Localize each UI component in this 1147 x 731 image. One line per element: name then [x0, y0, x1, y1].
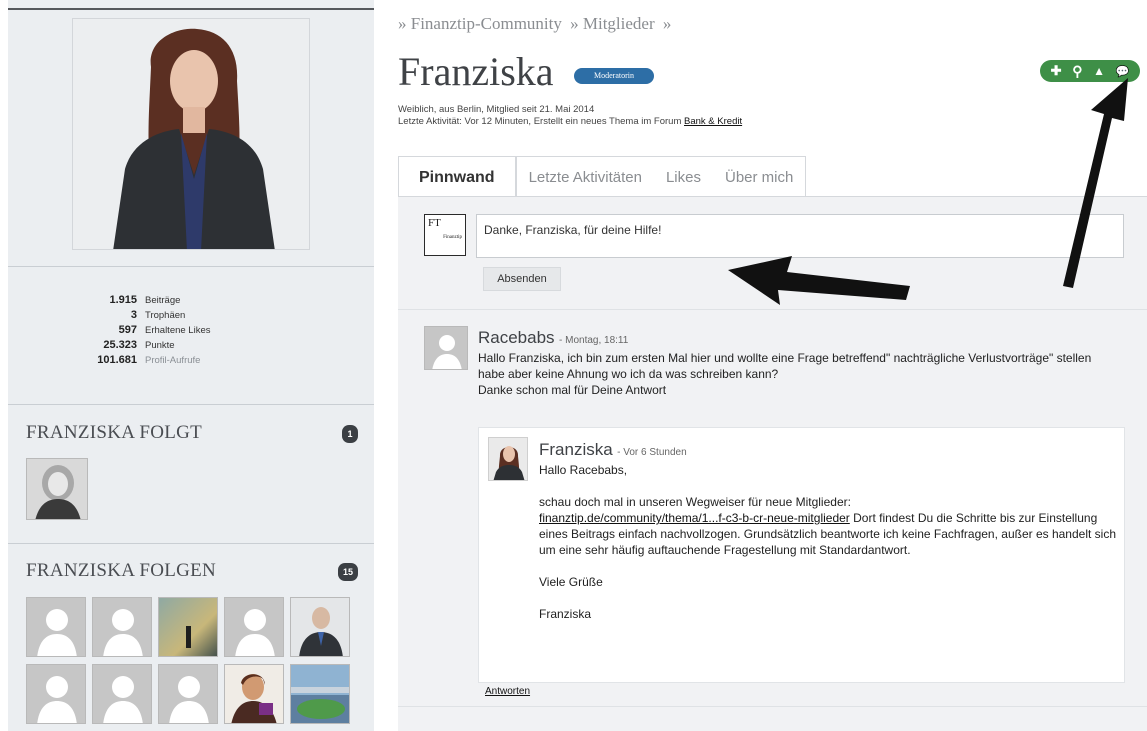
logo-text: FT: [428, 217, 441, 229]
stat-profile-views: 101.681 Profil-Aufrufe: [8, 353, 374, 368]
sidebar-top-border: [8, 8, 374, 10]
divider: [8, 543, 374, 544]
post-body-line: Danke schon mal für Deine Antwort: [478, 383, 667, 397]
tab-group: Letzte Aktivitäten Likes Über mich: [515, 156, 807, 197]
reply-author[interactable]: Franziska: [539, 440, 613, 459]
stat-value: 25.323: [103, 339, 137, 351]
role-badge: Moderatorin: [574, 68, 654, 84]
reply-link[interactable]: Antworten: [485, 686, 530, 697]
profile-activity-line: Letzte Aktivität: Vor 12 Minuten, Erstel…: [398, 116, 742, 128]
divider: [398, 706, 1147, 707]
breadcrumb: » Finanztip-Community » Mitglieder »: [398, 14, 675, 34]
followers-count-badge: 15: [338, 563, 358, 581]
divider: [8, 266, 374, 267]
profile-tabs: Pinnwand Letzte Aktivitäten Likes Über m…: [398, 156, 807, 197]
stat-label: Trophäen: [145, 310, 186, 321]
profile-sidebar: 1.915 Beiträge 3 Trophäen 597 Erhaltene …: [8, 0, 374, 731]
stat-likes[interactable]: 597 Erhaltene Likes: [8, 323, 374, 338]
reply-card: Franziska - Vor 6 Stunden Hallo Racebabs…: [478, 427, 1125, 683]
follower-avatar[interactable]: [290, 597, 350, 657]
reply-header: Franziska - Vor 6 Stunden: [539, 440, 687, 460]
follower-avatar[interactable]: [26, 664, 86, 724]
stat-value: 101.681: [97, 354, 137, 366]
tab-pinnwand[interactable]: Pinnwand: [398, 156, 516, 196]
follower-avatar[interactable]: [92, 597, 152, 657]
warning-icon[interactable]: ▲: [1093, 64, 1105, 78]
post-author[interactable]: Racebabs: [478, 328, 555, 347]
post-author-avatar[interactable]: [424, 326, 468, 370]
forum-link[interactable]: Bank & Kredit: [684, 116, 742, 127]
logo-subtext: Finanztip: [443, 235, 462, 240]
follower-avatar[interactable]: [26, 597, 86, 657]
current-user-avatar: FT Finanztip: [424, 214, 466, 256]
post-text: Hallo Franziska, ich bin zum ersten Mal …: [478, 350, 1118, 398]
stat-posts[interactable]: 1.915 Beiträge: [8, 293, 374, 308]
follower-avatar[interactable]: [224, 664, 284, 724]
post-header: Racebabs - Montag, 18:11: [478, 328, 628, 348]
follower-avatar[interactable]: [224, 597, 284, 657]
reply-time: - Vor 6 Stunden: [617, 447, 687, 458]
follower-avatar[interactable]: [158, 664, 218, 724]
divider: [8, 404, 374, 405]
profile-stats: 1.915 Beiträge 3 Trophäen 597 Erhaltene …: [8, 293, 374, 368]
profile-meta: Weiblich, aus Berlin, Mitglied seit 21. …: [398, 104, 742, 128]
stat-label: Beiträge: [145, 295, 181, 306]
plus-icon[interactable]: ✚: [1051, 63, 1062, 79]
stat-label: Profil-Aufrufe: [145, 355, 201, 366]
follows-heading: FRANZISKA FOLGT: [26, 422, 203, 443]
followers-heading: FRANZISKA FOLGEN: [26, 560, 217, 581]
stat-label: Punkte: [145, 340, 175, 351]
breadcrumb-community[interactable]: » Finanztip-Community: [398, 14, 562, 33]
follower-avatar[interactable]: [158, 597, 218, 657]
stat-value: 597: [118, 324, 137, 336]
stat-label: Erhaltene Likes: [145, 325, 211, 336]
reply-paragraph: finanztip.de/community/thema/1...f-c3-b-…: [539, 510, 1119, 558]
chat-icon[interactable]: 💬: [1116, 65, 1130, 78]
followed-user-avatar[interactable]: [26, 458, 88, 520]
reply-signature: Franziska: [539, 607, 592, 621]
reply-body: Hallo Racebabs, schau doch mal in unsere…: [539, 462, 1119, 622]
reply-closing: Viele Grüße: [539, 575, 603, 589]
post-body: Hallo Franziska, ich bin zum ersten Mal …: [478, 351, 1092, 381]
follows-count-badge: 1: [342, 425, 358, 443]
stat-points[interactable]: 25.323 Punkte: [8, 338, 374, 353]
follower-avatar[interactable]: [290, 664, 350, 724]
post-time: - Montag, 18:11: [559, 335, 629, 346]
breadcrumb-separator: »: [662, 14, 672, 33]
guide-link[interactable]: finanztip.de/community/thema/1...f-c3-b-…: [539, 511, 850, 525]
breadcrumb-members[interactable]: » Mitglieder: [570, 14, 655, 33]
reply-author-avatar[interactable]: [488, 437, 528, 481]
profile-avatar[interactable]: [72, 18, 310, 250]
activity-text: Letzte Aktivität: Vor 12 Minuten, Erstel…: [398, 116, 685, 127]
profile-action-bar: ✚ ⚲ ▲ 💬: [1040, 60, 1140, 82]
profile-name: Franziska: [398, 49, 554, 94]
reply-greeting: Hallo Racebabs,: [539, 463, 628, 477]
profile-meta-line: Weiblich, aus Berlin, Mitglied seit 21. …: [398, 104, 595, 115]
stat-value: 1.915: [109, 294, 137, 306]
divider: [398, 309, 1147, 310]
tab-likes[interactable]: Likes: [654, 157, 713, 197]
follower-avatar[interactable]: [92, 664, 152, 724]
tab-recent-activity[interactable]: Letzte Aktivitäten: [517, 157, 654, 197]
stat-value: 3: [130, 309, 137, 321]
stat-trophies[interactable]: 3 Trophäen: [8, 308, 374, 323]
wall-comment-input[interactable]: Danke, Franziska, für deine Hilfe!: [476, 214, 1124, 258]
send-button[interactable]: Absenden: [483, 267, 561, 291]
search-icon[interactable]: ⚲: [1072, 63, 1082, 80]
reply-intro: schau doch mal in unseren Wegweiser für …: [539, 495, 851, 509]
tab-about[interactable]: Über mich: [713, 157, 805, 197]
